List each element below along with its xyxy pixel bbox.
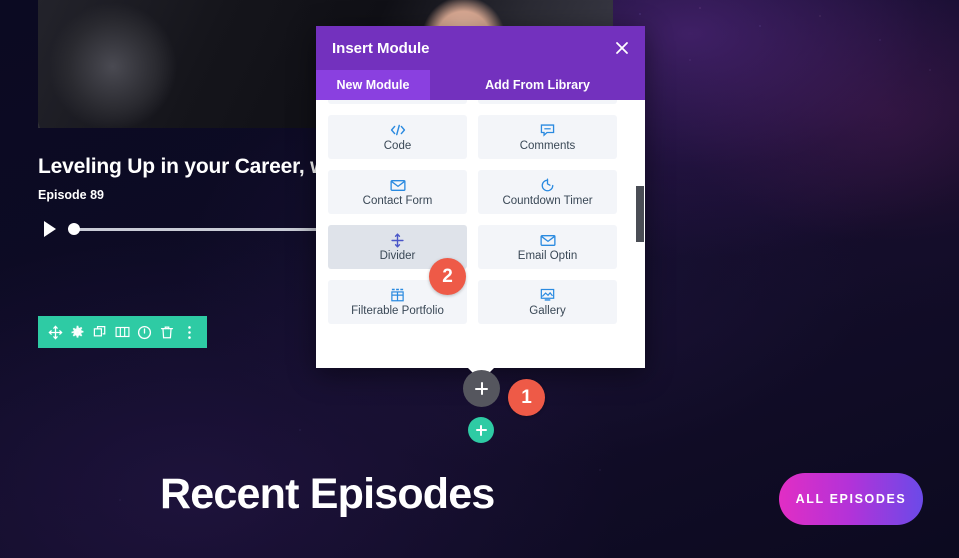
play-icon[interactable] [44,221,56,237]
power-icon[interactable] [136,324,153,341]
add-module-button[interactable] [463,370,500,407]
add-row-button[interactable] [468,417,494,443]
grid-icon [390,288,405,303]
all-episodes-button[interactable]: ALL EPISODES [779,473,923,525]
tab-add-from-library[interactable]: Add From Library [430,70,645,100]
modal-header: Insert Module [316,26,645,70]
module-tile-email-optin[interactable]: Email Optin [478,225,617,269]
module-grid: Call To Action Circle Counter [316,100,629,336]
clock-icon [540,177,555,193]
step-badge-1: 1 [508,379,545,416]
code-icon [390,123,406,138]
insert-module-modal: Insert Module New Module Add From Librar… [316,26,645,381]
module-tile-code[interactable]: Code [328,115,467,159]
module-label: Divider [379,249,416,262]
module-tile-contact-form[interactable]: Contact Form [328,170,467,214]
module-tile-gallery[interactable]: Gallery [478,280,617,324]
gallery-icon [540,288,555,303]
trash-icon[interactable] [159,324,176,341]
page-canvas: Leveling Up in your Career, wit Episode … [0,0,959,558]
divider-icon [391,232,404,248]
gear-icon[interactable] [69,324,86,341]
kebab-menu-icon[interactable] [181,324,198,341]
module-tile-call-to-action[interactable]: Call To Action [328,100,467,104]
envelope-icon [539,233,556,248]
columns-icon[interactable] [114,324,131,341]
audio-progress-handle[interactable] [68,223,80,235]
module-tile-circle-counter[interactable]: Circle Counter [478,100,617,104]
module-label: Email Optin [517,249,578,262]
module-label: Comments [519,139,576,152]
close-icon[interactable] [612,38,632,58]
module-label: Countdown Timer [502,194,593,207]
duplicate-icon[interactable] [92,324,109,341]
module-tile-countdown-timer[interactable]: Countdown Timer [478,170,617,214]
step-badge-2: 2 [429,258,466,295]
module-action-toolbar[interactable] [38,316,207,348]
plus-icon [475,382,488,395]
recent-episodes-heading: Recent Episodes [160,470,495,518]
modal-scrollbar-thumb[interactable] [636,186,644,242]
module-label: Filterable Portfolio [351,304,444,317]
modal-tab-bar: New Module Add From Library [316,70,645,100]
plus-icon [475,424,487,436]
module-list-panel: Call To Action Circle Counter [316,100,645,368]
comments-icon [540,123,555,138]
modal-scrollbar[interactable] [636,100,645,368]
module-label: Gallery [529,304,566,317]
module-tile-comments[interactable]: Comments [478,115,617,159]
module-label: Contact Form [362,194,433,207]
module-label: Code [383,139,412,152]
modal-title: Insert Module [332,39,430,57]
envelope-icon [389,178,406,193]
tab-new-module[interactable]: New Module [316,70,430,100]
move-icon[interactable] [47,324,64,341]
episode-number-label: Episode 89 [38,188,104,202]
